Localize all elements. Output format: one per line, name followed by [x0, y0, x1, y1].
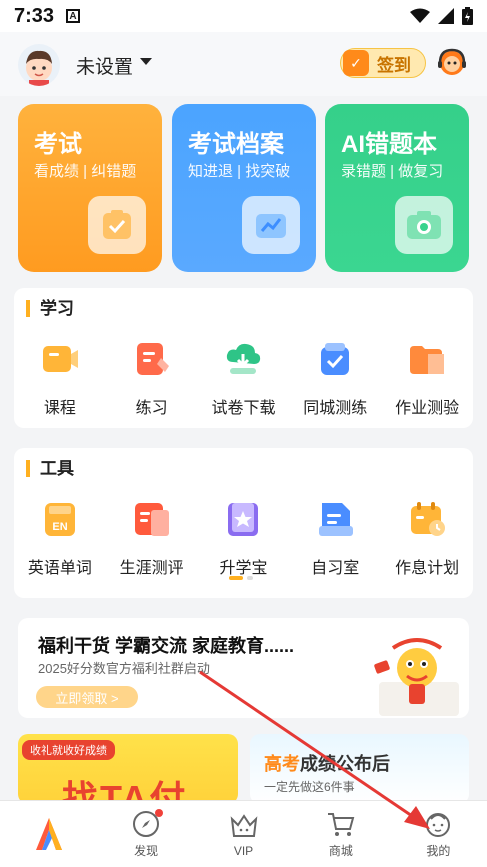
grid-item-label: 英语单词 [27, 560, 92, 577]
grid-item-paper-download[interactable]: 试卷下载 [199, 340, 287, 418]
status-time: 7:33 [14, 4, 55, 27]
tab-label: 商城 [328, 844, 353, 858]
shopping-cart-icon [327, 813, 355, 836]
grid-item-course[interactable]: 课程 [16, 340, 104, 418]
notebook-pen-icon [136, 343, 169, 375]
tab-discover[interactable]: 发现 [97, 801, 194, 867]
grid-item-label: 升学宝 [219, 560, 268, 577]
document-icon [319, 503, 354, 536]
card-subtitle: 录错题 | 做复习 [341, 163, 444, 180]
english-book-icon: EN [44, 503, 75, 536]
grid-item-english-words[interactable]: EN 英语单词 [16, 500, 104, 578]
grid-item-label: 试卷下载 [211, 400, 276, 417]
camera-icon [395, 196, 453, 254]
wifi-icon [410, 8, 430, 23]
report-icon [134, 503, 169, 536]
star-book-icon [228, 503, 259, 536]
checkin-label: 签到 [377, 55, 411, 75]
tab-label: VIP [233, 843, 254, 858]
cloud-download-icon [227, 343, 261, 374]
trend-folder-icon [242, 196, 300, 254]
notification-dot [155, 809, 164, 817]
tab-label: 我的 [426, 844, 451, 858]
grid-item-label: 自习室 [311, 560, 360, 577]
signal-icon [438, 8, 454, 24]
grid-item-practice[interactable]: 练习 [108, 340, 196, 418]
bottom-tab-bar: 发现 VIP 商城 我的 [0, 800, 487, 867]
calendar-check-icon: ✓ [343, 50, 369, 76]
community-promo-card[interactable]: 福利干货 学霸交流 家庭教育...... 2025好分数官方福利社群启动 立即领… [18, 618, 469, 718]
username[interactable]: 未设置 [76, 52, 133, 79]
banner-tag: 收礼就收好成绩 [22, 740, 115, 760]
svg-text:EN: EN [52, 521, 67, 533]
checkbox-icon [321, 343, 350, 375]
exam-card[interactable]: 考试 看成绩 | 纠错题 [18, 104, 162, 272]
avatar[interactable] [18, 44, 60, 86]
tab-mine[interactable]: 我的 [390, 801, 487, 867]
checkin-button[interactable]: ✓ 签到 [340, 48, 426, 78]
card-subtitle: 知进退 | 找突破 [188, 163, 291, 180]
card-title: 考试档案 [188, 131, 284, 158]
status-icons [410, 7, 473, 25]
status-bar: 7:33 A [0, 0, 487, 32]
promo-title: 福利干货 学霸交流 家庭教育...... [38, 636, 295, 656]
card-title: AI错题本 [341, 131, 437, 158]
banner-subtitle: 一定先做这6件事 [264, 780, 355, 794]
grid-item-label: 作业测验 [395, 400, 460, 417]
card-title: 考试 [34, 131, 82, 158]
crown-icon [230, 813, 257, 837]
section-title: 工具 [26, 460, 74, 477]
grid-item-label: 同城测练 [303, 400, 368, 417]
gift-score-banner[interactable]: 收礼就收好成绩 找TA付 [18, 734, 238, 804]
tab-mall[interactable]: 商城 [292, 801, 389, 867]
promo-subtitle: 2025好分数官方福利社群启动 [38, 661, 210, 676]
folder-icon [410, 346, 445, 374]
lion-dance-mascot-icon [374, 638, 459, 716]
notification-icon: A [66, 9, 81, 23]
section-title: 学习 [26, 300, 74, 317]
grid-item-admission[interactable]: 升学宝 [199, 500, 287, 578]
page-indicator [229, 576, 253, 580]
grid-item-city-test[interactable]: 同城测练 [291, 340, 379, 418]
gaokao-banner[interactable]: 高考成绩公布后 一定先做这6件事 [250, 734, 469, 804]
clipboard-check-icon [88, 196, 146, 254]
profile-header: 未设置 ✓ 签到 [0, 32, 487, 96]
profile-face-icon [426, 813, 451, 837]
battery-icon [462, 7, 473, 25]
banner-headline: 找TA付 [62, 778, 188, 804]
app-logo-icon [35, 818, 62, 850]
banner-title: 高考成绩公布后 [264, 754, 390, 774]
study-section: 学习 课程 练习 试卷下载 同城测练 作业测验 [14, 288, 473, 428]
grid-item-label: 作息计划 [395, 560, 460, 577]
calendar-clock-icon [411, 502, 446, 536]
tools-section: 工具 EN 英语单词 生涯测评 升学宝 自习室 作息计划 [14, 448, 473, 598]
grid-item-homework-quiz[interactable]: 作业测验 [383, 340, 471, 418]
tab-home[interactable] [0, 801, 97, 867]
grid-item-schedule[interactable]: 作息计划 [383, 500, 471, 578]
video-icon [42, 346, 78, 372]
card-subtitle: 看成绩 | 纠错题 [34, 163, 137, 180]
claim-button[interactable]: 立即领取 > [36, 686, 138, 708]
chevron-down-icon[interactable] [140, 58, 152, 65]
grid-item-career-test[interactable]: 生涯测评 [108, 500, 196, 578]
exam-archive-card[interactable]: 考试档案 知进退 | 找突破 [172, 104, 316, 272]
grid-item-label: 练习 [135, 400, 168, 417]
grid-item-label: 课程 [43, 400, 76, 417]
customer-service-icon[interactable] [436, 46, 468, 78]
tab-vip[interactable]: VIP [195, 801, 292, 867]
tab-label: 发现 [134, 844, 159, 858]
grid-item-study-room[interactable]: 自习室 [291, 500, 379, 578]
ai-wrongbook-card[interactable]: AI错题本 录错题 | 做复习 [325, 104, 469, 272]
grid-item-label: 生涯测评 [119, 560, 184, 577]
